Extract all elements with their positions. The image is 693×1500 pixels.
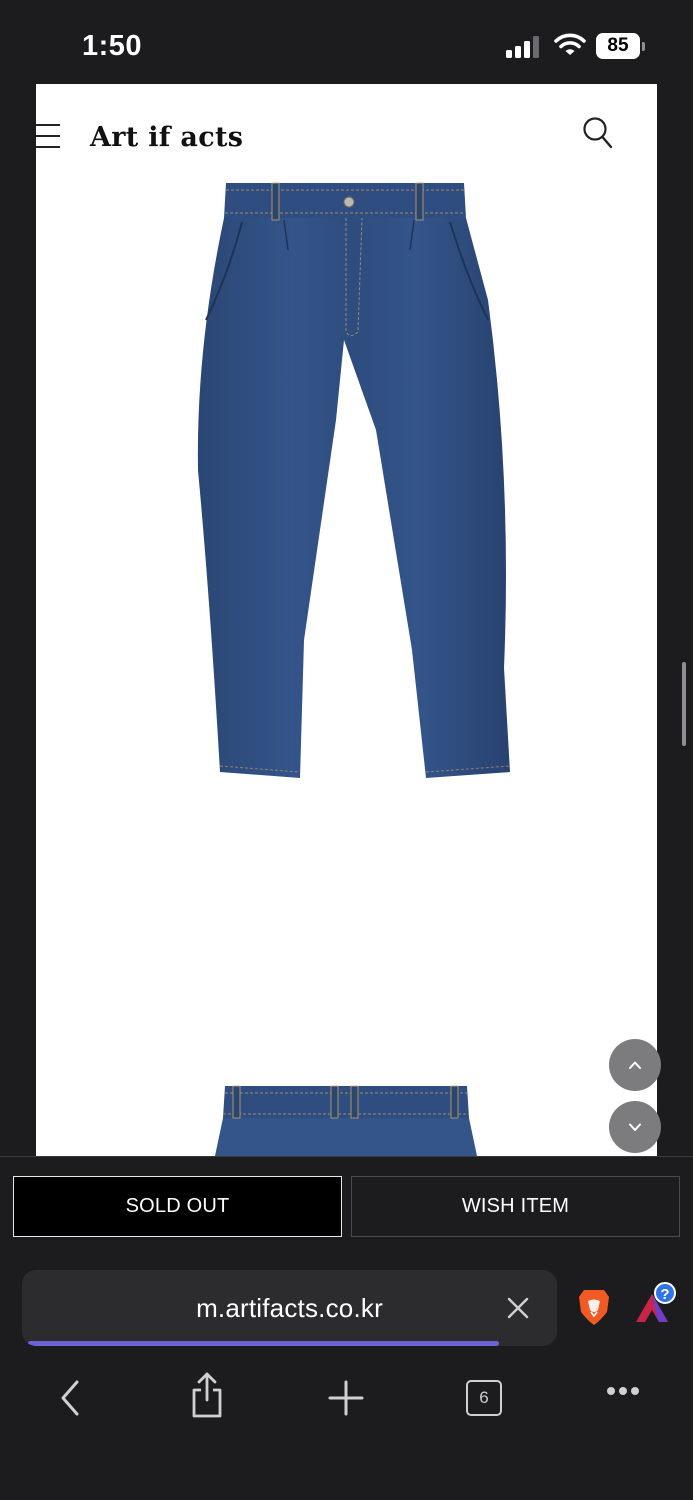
share-icon[interactable] — [190, 1370, 224, 1420]
status-bar: 1:50 85 — [0, 0, 693, 84]
page-scrollbar[interactable] — [682, 662, 686, 746]
product-image-back[interactable] — [211, 1084, 481, 1156]
battery-level: 85 — [596, 33, 640, 59]
scroll-to-bottom-button[interactable] — [609, 1101, 661, 1153]
web-page: Art if acts — [36, 84, 657, 1156]
chevron-down-icon — [629, 1123, 641, 1131]
close-icon[interactable] — [506, 1296, 530, 1320]
browser-toolbar: 6 — [0, 1362, 693, 1442]
brave-rewards-icon[interactable]: ? — [632, 1282, 678, 1328]
signal-icon — [506, 36, 539, 58]
search-icon[interactable] — [582, 116, 614, 150]
chevron-up-icon — [629, 1061, 641, 1069]
page-load-progress — [28, 1341, 499, 1346]
wifi-icon — [554, 33, 586, 55]
back-icon[interactable] — [58, 1376, 82, 1420]
brave-lion-icon[interactable] — [578, 1288, 610, 1326]
add-icon[interactable] — [328, 1376, 364, 1420]
scroll-to-top-button[interactable] — [609, 1039, 661, 1091]
menu-icon[interactable] — [36, 122, 62, 150]
svg-text:?: ? — [660, 1286, 669, 1303]
more-icon[interactable] — [606, 1386, 640, 1396]
address-bar[interactable]: m.artifacts.co.kr — [22, 1270, 557, 1346]
wish-item-button[interactable]: WISH ITEM — [351, 1176, 680, 1237]
status-time: 1:50 — [82, 30, 143, 62]
url-text[interactable]: m.artifacts.co.kr — [22, 1270, 557, 1344]
sold-out-button[interactable]: SOLD OUT — [13, 1176, 342, 1237]
product-image[interactable] — [176, 180, 516, 785]
product-action-bar: SOLD OUT WISH ITEM — [0, 1156, 693, 1254]
battery-indicator: 85 — [596, 33, 646, 59]
brand-logo[interactable]: Art if acts — [90, 122, 243, 153]
tabs-icon[interactable]: 6 — [466, 1380, 502, 1416]
